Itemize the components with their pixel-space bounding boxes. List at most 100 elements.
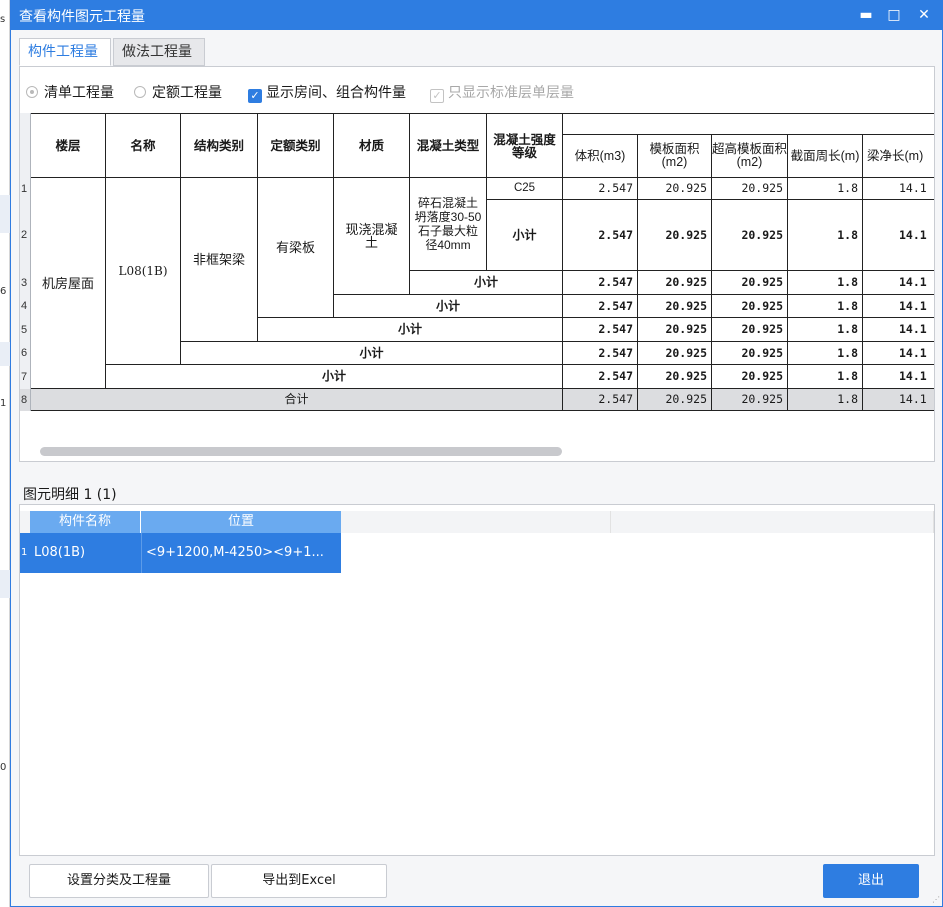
net-length-cell[interactable]: 14.1 <box>863 200 934 271</box>
net-length-cell[interactable]: 14.1 <box>863 365 934 389</box>
row-number[interactable]: 5 <box>20 318 31 342</box>
detail-component-name-cell[interactable]: L08(1B) <box>30 533 141 573</box>
formwork-cell[interactable]: 20.925 <box>638 200 712 271</box>
tab-method-quantity[interactable]: 做法工程量 <box>113 38 205 66</box>
horizontal-scrollbar[interactable] <box>40 447 562 456</box>
export-excel-button[interactable]: 导出到Excel <box>211 864 387 898</box>
tab-component-quantity[interactable]: 构件工程量 <box>19 38 111 66</box>
net-length-total-cell[interactable]: 14.1 <box>863 389 934 411</box>
structure-type-cell[interactable]: 非框架梁 <box>181 178 258 342</box>
subtotal-label[interactable]: 小计 <box>181 342 563 365</box>
header-norm-type[interactable]: 定额类别 <box>258 113 334 178</box>
close-icon[interactable]: ✕ <box>913 4 935 26</box>
row-number[interactable]: 4 <box>20 295 31 318</box>
detail-row-number[interactable]: 1 <box>20 533 30 573</box>
volume-cell[interactable]: 2.547 <box>563 295 638 318</box>
norm-type-cell[interactable]: 有梁板 <box>258 178 334 318</box>
row-number[interactable]: 2 <box>20 200 31 271</box>
header-formwork-area[interactable]: 模板面积(m2) <box>638 135 712 178</box>
row-number[interactable]: 6 <box>20 342 31 365</box>
header-material[interactable]: 材质 <box>334 113 410 178</box>
net-length-cell[interactable]: 14.1 <box>863 318 934 342</box>
perimeter-cell[interactable]: 1.8 <box>788 200 863 271</box>
show-rooms-checkbox[interactable]: ✓ 显示房间、组合构件量 <box>248 83 406 103</box>
volume-cell[interactable]: 2.547 <box>563 271 638 295</box>
only-standard-checkbox: ✓ 只显示标准层单层量 <box>430 83 574 103</box>
background-highlight <box>0 342 10 366</box>
header-floor[interactable]: 楼层 <box>31 113 106 178</box>
total-label[interactable]: 合计 <box>31 389 563 411</box>
exit-button[interactable]: 退出 <box>823 864 919 898</box>
perimeter-cell[interactable]: 1.8 <box>788 342 863 365</box>
perimeter-total-cell[interactable]: 1.8 <box>788 389 863 411</box>
volume-cell[interactable]: 2.547 <box>563 342 638 365</box>
volume-cell[interactable]: 2.547 <box>563 318 638 342</box>
high-formwork-total-cell[interactable]: 20.925 <box>712 389 788 411</box>
quantity-table[interactable]: 1 2 3 4 5 6 7 8 楼层 名称 结构类别 定额类别 材质 混凝土类型… <box>20 113 934 419</box>
subtotal-label[interactable]: 小计 <box>334 295 563 318</box>
volume-cell[interactable]: 2.547 <box>563 365 638 389</box>
perimeter-cell[interactable]: 1.8 <box>788 318 863 342</box>
material-cell[interactable]: 现浇混凝土 <box>334 178 410 295</box>
list-quantity-option[interactable]: 清单工程量 <box>26 83 114 103</box>
high-formwork-cell[interactable]: 20.925 <box>712 200 788 271</box>
formwork-cell[interactable]: 20.925 <box>638 295 712 318</box>
detail-position-cell[interactable]: <9+1200,M-4250><9+1... <box>141 533 341 573</box>
formwork-total-cell[interactable]: 20.925 <box>638 389 712 411</box>
minimize-icon[interactable]: ▬ <box>855 4 877 26</box>
header-structure-type[interactable]: 结构类别 <box>181 113 258 178</box>
formwork-cell[interactable]: 20.925 <box>638 365 712 389</box>
high-formwork-cell[interactable]: 20.925 <box>712 295 788 318</box>
high-formwork-cell[interactable]: 20.925 <box>712 178 788 200</box>
subtotal-label[interactable]: 小计 <box>487 200 563 271</box>
element-detail-table[interactable]: 构件名称 位置 1 L08(1B) <9+1200,M-4250><9+1... <box>19 504 935 856</box>
header-concrete-grade[interactable]: 混凝土强度等级 <box>487 113 563 178</box>
detail-header-component-name[interactable]: 构件名称 <box>30 511 140 533</box>
floor-cell[interactable]: 机房屋面 <box>31 178 106 389</box>
net-length-cell[interactable]: 14.1 <box>863 295 934 318</box>
detail-header-position[interactable]: 位置 <box>141 511 341 533</box>
perimeter-cell[interactable]: 1.8 <box>788 365 863 389</box>
row-number[interactable]: 8 <box>20 389 31 411</box>
net-length-cell[interactable]: 14.1 <box>863 271 934 295</box>
high-formwork-cell[interactable]: 20.925 <box>712 342 788 365</box>
set-classification-button[interactable]: 设置分类及工程量 <box>29 864 209 898</box>
net-length-cell[interactable]: 14.1 <box>863 178 934 200</box>
header-volume[interactable]: 体积(m3) <box>563 135 638 178</box>
quantity-dialog: 查看构件图元工程量 ▬ □ ✕ 构件工程量 做法工程量 清单工程量 定额工程量 … <box>10 0 943 907</box>
concrete-type-cell[interactable]: 碎石混凝土 坍落度30-50 石子最大粒径40mm <box>410 178 487 271</box>
header-name[interactable]: 名称 <box>106 113 181 178</box>
title-bar[interactable]: 查看构件图元工程量 ▬ □ ✕ <box>11 0 943 30</box>
maximize-icon[interactable]: □ <box>883 4 905 26</box>
high-formwork-cell[interactable]: 20.925 <box>712 271 788 295</box>
perimeter-cell[interactable]: 1.8 <box>788 178 863 200</box>
perimeter-cell[interactable]: 1.8 <box>788 271 863 295</box>
perimeter-cell[interactable]: 1.8 <box>788 295 863 318</box>
subtotal-label[interactable]: 小计 <box>410 271 563 295</box>
volume-cell[interactable]: 2.547 <box>563 178 638 200</box>
row-number[interactable]: 3 <box>20 271 31 295</box>
concrete-grade-cell[interactable]: C25 <box>487 178 563 200</box>
subtotal-label[interactable]: 小计 <box>106 365 563 389</box>
formwork-cell[interactable]: 20.925 <box>638 318 712 342</box>
corner-cell <box>20 113 31 178</box>
formwork-cell[interactable]: 20.925 <box>638 342 712 365</box>
volume-cell[interactable]: 2.547 <box>563 200 638 271</box>
detail-header-blank <box>611 511 934 533</box>
high-formwork-cell[interactable]: 20.925 <box>712 365 788 389</box>
formwork-cell[interactable]: 20.925 <box>638 271 712 295</box>
header-section-perimeter[interactable]: 截面周长(m) <box>788 135 863 178</box>
norm-quantity-option[interactable]: 定额工程量 <box>134 83 222 103</box>
row-number[interactable]: 1 <box>20 178 31 200</box>
name-cell[interactable]: L08(1B) <box>106 178 181 365</box>
volume-total-cell[interactable]: 2.547 <box>563 389 638 411</box>
formwork-cell[interactable]: 20.925 <box>638 178 712 200</box>
header-high-formwork-area[interactable]: 超高模板面积(m2) <box>712 135 788 178</box>
subtotal-label[interactable]: 小计 <box>258 318 563 342</box>
header-beam-net-length[interactable]: 梁净长(m) <box>863 135 934 178</box>
resize-grip-icon[interactable]: ⋰ <box>932 896 940 904</box>
row-number[interactable]: 7 <box>20 365 31 389</box>
header-concrete-type[interactable]: 混凝土类型 <box>410 113 487 178</box>
high-formwork-cell[interactable]: 20.925 <box>712 318 788 342</box>
net-length-cell[interactable]: 14.1 <box>863 342 934 365</box>
